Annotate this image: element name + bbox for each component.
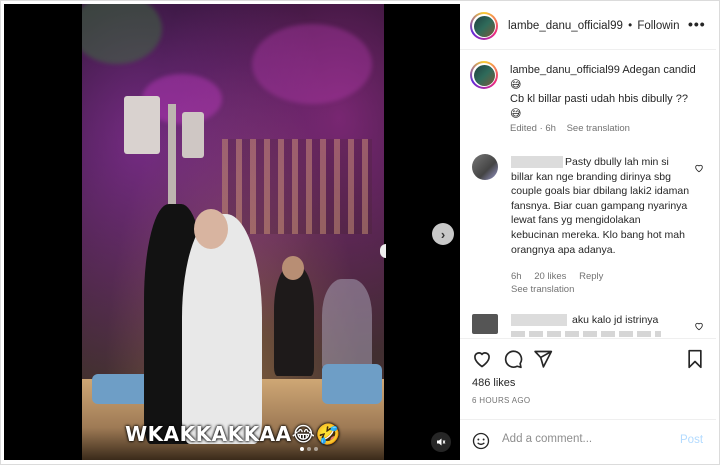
person (182, 214, 262, 444)
header-username[interactable]: lambe_danu_official99 (508, 20, 623, 32)
cushion (92, 374, 152, 404)
comment-icon (504, 350, 523, 369)
see-translation-link[interactable]: See translation (511, 284, 574, 295)
bystander (322, 279, 372, 369)
heart-icon (695, 164, 703, 173)
caption-line: lambe_danu_official99 Adegan candid 😅 (510, 64, 696, 91)
avatar[interactable] (470, 61, 498, 89)
carousel-dot (307, 447, 311, 451)
like-button[interactable] (472, 349, 492, 374)
emoji-button[interactable] (472, 432, 490, 455)
next-button[interactable]: › (432, 223, 454, 245)
foliage (82, 4, 162, 64)
bystander-head (282, 256, 304, 280)
comment-input[interactable] (502, 433, 662, 445)
heart-icon (695, 322, 703, 331)
comment-meta: 6h 20 likes Reply (511, 271, 603, 282)
speaker (124, 96, 160, 154)
likes-count[interactable]: 486 likes (472, 377, 515, 389)
add-comment-row: Post (460, 419, 716, 460)
action-bar (460, 338, 716, 376)
header-username-row: lambe_danu_official99 • Followin (508, 20, 680, 32)
avatar-ring (472, 14, 496, 38)
share-button[interactable] (533, 349, 553, 374)
carousel-dot (314, 447, 318, 451)
post-comment-button[interactable]: Post (680, 434, 703, 446)
see-translation-link[interactable]: See translation (567, 123, 630, 134)
more-options-button[interactable]: ••• (688, 16, 706, 32)
comments-section[interactable]: lambe_danu_official99 Adegan candid 😅 Cb… (460, 52, 716, 337)
save-button[interactable] (686, 349, 704, 374)
comment-time: 6h (511, 271, 522, 282)
avatar-image (473, 64, 495, 86)
building-structure (222, 139, 372, 234)
header-separator: • (628, 20, 633, 32)
avatar-ring (472, 63, 496, 87)
video-caption: WKAKKAKKAA😂🤣 (125, 422, 341, 446)
comment-text: Pasty dbully lah min si billar kan nge b… (511, 156, 690, 256)
chevron-right-icon: › (440, 226, 446, 242)
comment-like-button[interactable] (694, 318, 704, 336)
post-header: lambe_danu_official99 • Followin ••• (460, 4, 716, 50)
avatar[interactable] (472, 154, 498, 180)
send-icon (534, 350, 553, 368)
speaker-muted-icon (437, 438, 446, 446)
emoji-icon (472, 432, 490, 450)
comment-button[interactable] (503, 349, 523, 374)
foliage (252, 24, 372, 104)
bystander (274, 266, 314, 376)
caption-line: Cb kl billar pasti udah hbis dibully ?? (510, 93, 688, 105)
person-head (194, 209, 228, 249)
post-timestamp: 6 HOURS AGO (472, 396, 531, 405)
follow-button[interactable]: Followin (637, 20, 679, 32)
comment-likes[interactable]: 20 likes (534, 271, 566, 282)
speaker (182, 112, 204, 158)
post-panel: lambe_danu_official99 • Followin ••• lam… (460, 4, 716, 460)
bookmark-icon (688, 349, 702, 369)
edge-marker (380, 244, 386, 258)
truncated-text (511, 331, 661, 337)
video-player[interactable]: WKAKKAKKAA😂🤣 (82, 4, 384, 460)
caption-edited: Edited · 6h (510, 123, 556, 134)
carousel-dots (300, 447, 318, 451)
post-caption: lambe_danu_official99 Adegan candid 😅 Cb… (510, 63, 706, 121)
heart-icon (474, 352, 490, 368)
avatar-image (473, 15, 495, 37)
sound-toggle-button[interactable] (431, 432, 451, 452)
caption-line: 😅 (510, 107, 522, 120)
carousel-dot (300, 447, 304, 451)
reply-button[interactable]: Reply (579, 271, 603, 282)
avatar[interactable] (470, 12, 498, 40)
cushion (322, 364, 382, 404)
comment-like-button[interactable] (694, 160, 704, 178)
comment-text: aku kalo jd istrinya (572, 314, 659, 326)
avatar[interactable] (472, 314, 498, 334)
redacted-username (511, 314, 567, 326)
caption-meta: Edited · 6h See translation (510, 123, 630, 134)
media-area[interactable]: WKAKKAKKAA😂🤣 › (4, 4, 460, 460)
